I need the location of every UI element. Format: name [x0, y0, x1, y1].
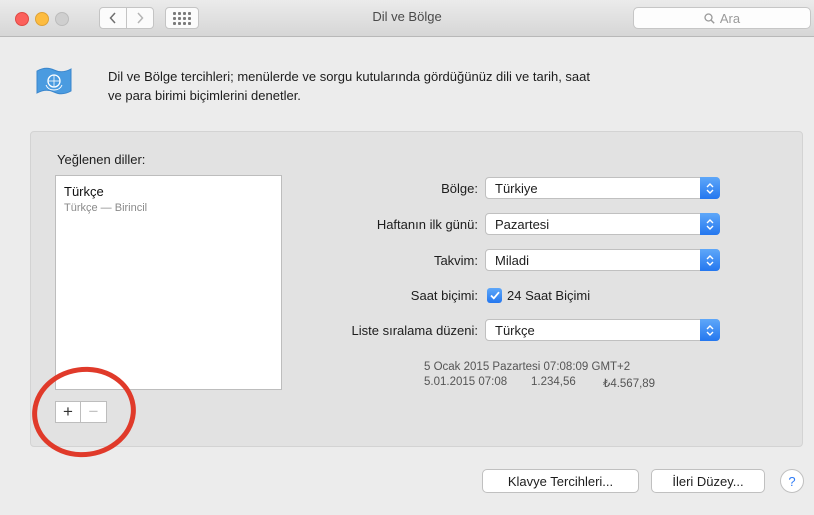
- sample-currency: ₺4.567,89: [603, 378, 656, 390]
- description-line-1: Dil ve Bölge tercihleri; menülerde ve so…: [108, 69, 590, 84]
- help-button[interactable]: ?: [780, 469, 804, 493]
- checkmark-icon: [489, 291, 500, 300]
- language-item-name[interactable]: Türkçe: [64, 184, 104, 199]
- calendar-label: Takvim:: [433, 253, 478, 268]
- 24-hour-checkbox-label[interactable]: 24 Saat Biçimi: [507, 288, 590, 303]
- popup-arrows-icon: [700, 177, 720, 199]
- region-value: Türkiye: [495, 181, 538, 196]
- popup-arrows-icon: [700, 213, 720, 235]
- region-label: Bölge:: [441, 181, 478, 196]
- sample-number: 1.234,56: [531, 376, 576, 388]
- popup-arrows-icon: [700, 319, 720, 341]
- time-format-label: Saat biçimi:: [410, 288, 478, 303]
- sample-date-long: 5 Ocak 2015 Pazartesi 07:08:09 GMT+2: [424, 361, 631, 373]
- sample-date-short: 5.01.2015 07:08: [424, 376, 508, 388]
- 24-hour-checkbox[interactable]: [487, 288, 502, 303]
- first-day-label: Haftanın ilk günü:: [376, 217, 478, 232]
- language-item-detail: Türkçe — Birincil: [64, 202, 148, 214]
- preferred-languages-label: Yeğlenen diller:: [57, 152, 146, 167]
- advanced-button[interactable]: İleri Düzey...: [651, 469, 765, 493]
- calendar-value: Miladi: [495, 253, 529, 268]
- search-placeholder: Ara: [719, 10, 741, 26]
- description-line-2: ve para birimi biçimlerini denetler.: [108, 88, 301, 103]
- calendar-popup[interactable]: Miladi: [485, 249, 720, 271]
- sort-order-label: Liste sıralama düzeni:: [351, 323, 478, 338]
- first-day-popup[interactable]: Pazartesi: [485, 213, 720, 235]
- region-popup[interactable]: Türkiye: [485, 177, 720, 199]
- keyboard-preferences-button[interactable]: Klavye Tercihleri...: [482, 469, 639, 493]
- popup-arrows-icon: [700, 249, 720, 271]
- title-bar: Dil ve Bölge Ara: [0, 0, 814, 37]
- search-field[interactable]: Ara: [633, 7, 811, 29]
- search-icon: [704, 12, 715, 24]
- preferred-languages-list[interactable]: Türkçe Türkçe — Birincil: [55, 175, 282, 390]
- first-day-value: Pazartesi: [495, 217, 550, 232]
- description: Dil ve Bölge tercihleri; menülerde ve so…: [108, 67, 708, 105]
- un-flag-icon: [36, 67, 72, 95]
- sort-order-popup[interactable]: Türkçe: [485, 319, 720, 341]
- sort-order-value: Türkçe: [495, 323, 535, 338]
